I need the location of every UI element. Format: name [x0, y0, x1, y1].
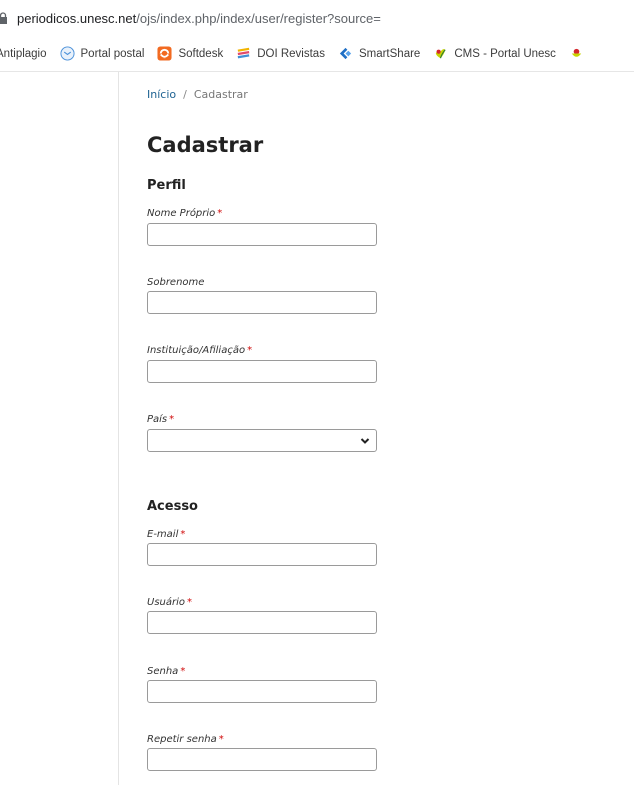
- bookmark-cms-portal-unesc[interactable]: CMS - Portal Unesc: [433, 46, 556, 61]
- page-title: Cadastrar: [147, 133, 264, 157]
- bookmark-label: Softdesk: [178, 47, 224, 60]
- required-marker: *: [180, 666, 186, 677]
- bookmark-antiplagio[interactable]: Antiplagio: [0, 48, 47, 60]
- chevron-down-icon: [360, 438, 370, 444]
- senha-input[interactable]: [147, 680, 377, 703]
- required-marker: *: [169, 414, 175, 425]
- label-repetir-senha: Repetir senha *: [147, 734, 224, 745]
- bookmark-label: Antiplagio: [0, 47, 47, 60]
- bookmarks-bar: Antiplagio Portal postal Softdesk DOI Re…: [0, 36, 634, 72]
- softdesk-icon: [157, 46, 172, 61]
- bookmark-doi-revistas[interactable]: DOI Revistas: [236, 46, 325, 61]
- url-text: periodicos.unesc.net/ojs/index.php/index…: [17, 10, 381, 26]
- unesc-icon: [436, 49, 446, 59]
- required-marker: *: [180, 529, 186, 540]
- address-bar[interactable]: periodicos.unesc.net/ojs/index.php/index…: [0, 0, 634, 36]
- bookmark-smartshare[interactable]: SmartShare: [338, 46, 420, 61]
- bookmark-label: Portal postal: [80, 47, 145, 60]
- bookmark-overflow[interactable]: [569, 46, 590, 61]
- label-usuario: Usuário *: [147, 597, 193, 608]
- bookmark-portal-postal[interactable]: Portal postal: [59, 46, 145, 61]
- required-marker: *: [218, 734, 224, 745]
- repetir-senha-input[interactable]: [147, 748, 377, 771]
- label-pais: País *: [147, 414, 175, 425]
- instituicao-input[interactable]: [147, 360, 377, 383]
- nome-proprio-input[interactable]: [147, 223, 377, 246]
- section-title-perfil: Perfil: [147, 178, 186, 193]
- bookmark-label: DOI Revistas: [257, 47, 325, 60]
- label-senha: Senha *: [147, 666, 186, 677]
- breadcrumb-current: Cadastrar: [193, 88, 248, 101]
- email-input[interactable]: [147, 543, 377, 566]
- bookmark-label: SmartShare: [358, 47, 421, 60]
- doi-icon: [237, 47, 250, 59]
- required-marker: *: [187, 597, 193, 608]
- label-nome-proprio: Nome Próprio *: [147, 208, 223, 219]
- bookmark-label: CMS - Portal Unesc: [454, 47, 556, 60]
- breadcrumb: Início / Cadastrar: [147, 88, 248, 101]
- lock-icon: [0, 12, 7, 24]
- required-marker: *: [247, 345, 253, 356]
- section-title-acesso: Acesso: [147, 499, 198, 514]
- bookmark-softdesk[interactable]: Softdesk: [157, 46, 223, 61]
- pais-select[interactable]: [147, 429, 377, 452]
- sidebar-divider: [118, 72, 119, 785]
- usuario-input[interactable]: [147, 611, 377, 634]
- breadcrumb-home-link[interactable]: Início: [147, 88, 176, 101]
- mail-icon: [59, 46, 75, 61]
- label-email: E-mail *: [147, 529, 186, 540]
- unesc-icon: [571, 48, 582, 57]
- smartshare-icon: [339, 47, 352, 60]
- breadcrumb-separator: /: [183, 88, 187, 101]
- label-instituicao: Instituição/Afiliação *: [147, 345, 253, 356]
- sobrenome-input[interactable]: [147, 291, 377, 314]
- required-marker: *: [217, 208, 223, 219]
- label-sobrenome: Sobrenome: [147, 277, 205, 288]
